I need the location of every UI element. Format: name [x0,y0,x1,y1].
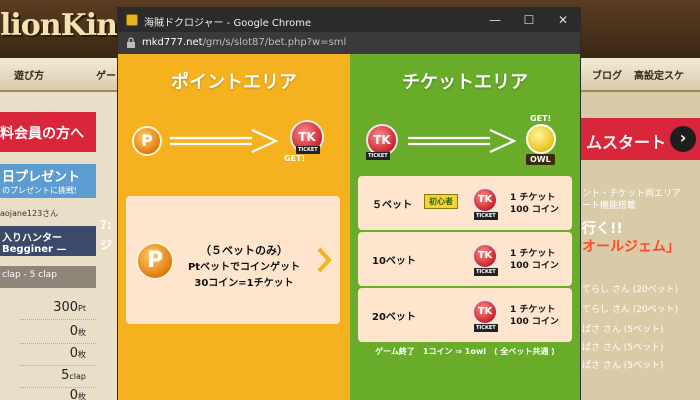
page-content: ポイントエリア P TK TICKET GET! P （５ベットのみ） Ptベッ… [118,54,580,400]
stat-value: 300 [53,300,79,315]
point-bet-card[interactable]: P （５ベットのみ） Ptベットでコインゲット 30コイン=1チケット [126,196,340,324]
ticket-tag: TICKET [296,146,320,154]
list-item: ぱさ さん (5ベット) [582,325,664,335]
ticket-tag: TICKET [474,212,498,220]
maximize-button[interactable]: ☐ [512,8,546,32]
lock-icon [127,37,135,48]
bet-label: ５ベット [372,200,412,211]
stat-unit: 枚 [78,328,86,337]
card-line-1: （５ベットのみ） [200,244,288,257]
hunter-badge: 入りハンター Begginer — [0,226,96,256]
address-bar[interactable]: mkd777.net/gm/s/slot87/bet.php?w=sml [118,32,580,54]
stat-unit: clap [69,372,86,381]
reward-coin: 100 コイン [510,261,559,271]
ticket-tag: TICKET [474,268,498,276]
stat-row: 0枚 [20,388,96,400]
headline: オールジェム」 [582,239,680,255]
stat-unit: 枚 [78,350,86,359]
point-area-title: ポイントエリア [171,72,297,93]
list-item: ぱさ さん (5ベット) [582,361,664,371]
point-coin-icon: P [136,242,174,280]
get-label: GET! [284,154,306,163]
ticket-area: チケットエリア TK TICKET GET! OWL ５ベット 初心者 TK T… [350,54,580,400]
bet-label: 20ベット [372,312,416,323]
url-text[interactable]: mkd777.net/gm/s/slot87/bet.php?w=sml [142,37,346,48]
close-button[interactable]: ✕ [546,8,580,32]
present-title: 日プレゼント [2,170,81,185]
headline: 行く!! [582,221,623,237]
chevron-right-icon[interactable]: › [670,126,696,152]
present-sub: のプレゼントに挑戦! [2,186,78,195]
url-path: /gm/s/slot87/bet.php?w=sml [202,37,347,48]
window-title: 海賊ドクロジャー - Google Chrome [144,18,312,29]
stat-row: 0枚 [20,346,96,366]
point-area: ポイントエリア P TK TICKET GET! P （５ベットのみ） Ptベッ… [118,54,350,400]
member-button[interactable]: 料会員の方へ [0,112,96,152]
list-item: てらし さん (20ベット) [582,285,679,295]
get-label: GET! [530,114,552,123]
stat-unit: 枚 [78,392,86,400]
beginner-badge: 初心者 [424,194,458,209]
bet-label: 10ベット [372,256,416,267]
ticket-coin-icon: TK [472,299,498,325]
url-domain: mkd777.net [142,37,203,48]
stat-row: 300Pt [20,300,96,320]
list-item: てらし さん (20ベット) [582,305,679,315]
present-banner[interactable]: 日プレゼント のプレゼントに挑戦! [0,164,96,198]
nav-item-howto[interactable]: 遊び方 [14,67,44,82]
username: aojane123さん [0,209,59,218]
title-bar[interactable]: 海賊ドクロジャー - Google Chrome — ☐ ✕ [118,8,580,32]
stat-row: 0枚 [20,324,96,344]
ticket-coin-icon: TK [472,187,498,213]
ticket-coin-icon: TK [472,243,498,269]
stat-value: 0 [69,346,78,361]
stat-value: 0 [69,324,78,339]
game-end-note: ゲーム終了 1コイン ⇒ 1owl ( 全ベット共通 ) [375,347,555,356]
info-text: ート機能搭載 [582,201,637,211]
point-coin-icon: P [132,126,162,156]
ticket-area-title: チケットエリア [402,72,528,93]
site-logo[interactable]: lionKing [0,8,138,43]
bet-option-20[interactable]: 20ベット TK TICKET 1 チケット 100 コイン [358,288,572,342]
mid-text: ?: [100,218,112,232]
chevron-right-icon[interactable] [316,246,332,274]
owl-coin-icon [526,124,556,154]
owl-tag: OWL [526,154,555,165]
arrow-right-icon [170,129,279,153]
card-line-2: Ptベットでコインゲット [187,262,301,273]
bet-option-10[interactable]: 10ベット TK TICKET 1 チケット 100 コイン [358,232,572,286]
hunter-title: 入りハンター [2,233,62,244]
reward-coin: 100 コイン [510,317,559,327]
ticket-tag: TICKET [474,324,498,332]
ticket-tag: TICKET [366,152,390,160]
stat-row: 5clap [20,368,96,388]
favicon-icon [126,14,138,26]
reward-coin: 100 コイン [510,205,559,215]
nav-item-blog[interactable]: ブログ [592,67,622,82]
stat-value: 0 [69,388,78,400]
list-item: ぱさ さん (5ベット) [582,343,664,353]
arrow-right-icon [408,129,517,153]
stat-unit: Pt [78,304,86,313]
popup-window: 海賊ドクロジャー - Google Chrome — ☐ ✕ mkd777.ne… [118,8,580,400]
mid-text: ジ [100,238,113,252]
nav-item-game[interactable]: ゲー [96,67,116,82]
nav-item-high-setting[interactable]: 高設定スケ [634,67,684,82]
minimize-button[interactable]: — [478,8,512,32]
clap-bar: clap - 5 clap [0,266,96,288]
hunter-sub: Begginer — [2,244,67,255]
card-line-3: 30コイン=1チケット [194,278,294,289]
bet-option-5[interactable]: ５ベット 初心者 TK TICKET 1 チケット 100 コイン [358,176,572,230]
